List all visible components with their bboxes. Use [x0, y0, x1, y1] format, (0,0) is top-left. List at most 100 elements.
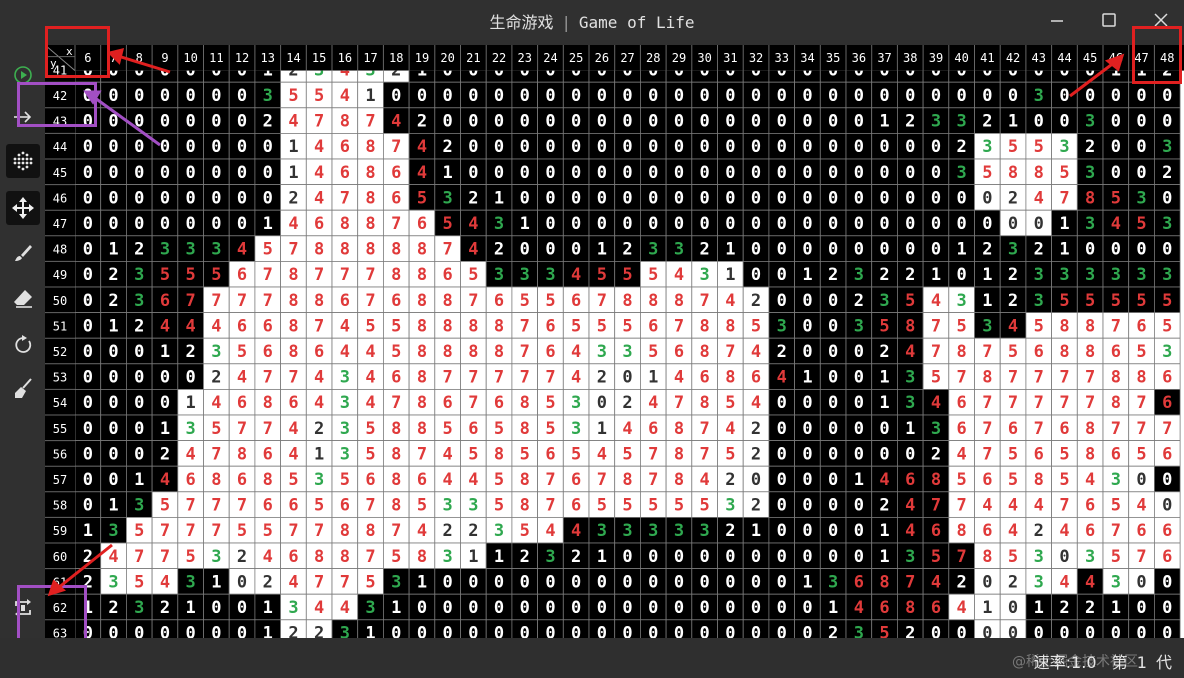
neighbor-count: 0: [83, 86, 93, 106]
neighbor-count: 4: [365, 342, 375, 362]
play-button[interactable]: [6, 58, 40, 92]
neighbor-count: 0: [802, 291, 812, 311]
neighbor-count: 0: [622, 624, 632, 638]
neighbor-count: 6: [1136, 521, 1146, 541]
clear-button[interactable]: [6, 371, 40, 405]
grid-toggle-button[interactable]: [6, 144, 40, 178]
neighbor-count: 0: [828, 521, 838, 541]
neighbor-count: 7: [982, 419, 992, 439]
neighbor-count: 0: [648, 624, 658, 638]
neighbor-count: 7: [1059, 188, 1069, 208]
reset-button[interactable]: [6, 328, 40, 362]
neighbor-count: 4: [751, 393, 761, 413]
neighbor-count: 5: [417, 496, 427, 516]
move-button[interactable]: [6, 191, 40, 225]
neighbor-count: 6: [700, 368, 710, 388]
life-grid[interactable]: x y 6 7 8 9 10 11 12 13 14 15 16 17 18 19 20 21 22 23 24 25 26…: [45, 45, 1184, 638]
neighbor-count: 0: [802, 624, 812, 638]
minimize-button[interactable]: [1042, 6, 1072, 34]
neighbor-count: 0: [905, 444, 915, 464]
neighbor-count: 0: [1162, 598, 1172, 618]
row-label: 61: [53, 575, 67, 589]
neighbor-count: 8: [1059, 316, 1069, 336]
brush-button[interactable]: [6, 236, 40, 270]
neighbor-count: 4: [648, 393, 658, 413]
neighbor-count: 4: [340, 316, 350, 336]
neighbor-count: 5: [314, 496, 324, 516]
neighbor-count: 1: [263, 624, 273, 638]
neighbor-count: 3: [931, 112, 941, 132]
neighbor-count: 0: [1162, 624, 1172, 638]
neighbor-count: 5: [648, 342, 658, 362]
corner-x-label: x: [66, 45, 73, 58]
neighbor-count: 2: [879, 265, 889, 285]
eraser-button[interactable]: [6, 281, 40, 315]
life-grid-canvas[interactable]: xy 6 7 8 9 10 11 12 13 14 15 16 17 18 19 20 21 22 23 24 25 26…: [45, 45, 1184, 638]
neighbor-count: 4: [288, 112, 298, 132]
neighbor-count: 0: [134, 112, 144, 132]
neighbor-count: 0: [1059, 624, 1069, 638]
maximize-button[interactable]: [1094, 6, 1124, 34]
neighbor-count: 4: [725, 291, 735, 311]
neighbor-count: 7: [700, 419, 710, 439]
neighbor-count: 4: [1034, 496, 1044, 516]
neighbor-count: 3: [1162, 137, 1172, 157]
neighbor-count: 1: [186, 598, 196, 618]
neighbor-count: 7: [237, 419, 247, 439]
neighbor-count: 0: [237, 572, 247, 592]
row-label: 57: [53, 473, 67, 487]
neighbor-count: 6: [443, 393, 453, 413]
neighbor-count: 4: [314, 368, 324, 388]
neighbor-count: 0: [725, 572, 735, 592]
neighbor-count: 1: [211, 572, 221, 592]
cells[interactable]: 0000000123432100000000000000000000000000…: [75, 57, 1181, 638]
neighbor-count: 7: [211, 291, 221, 311]
neighbor-count: 0: [160, 112, 170, 132]
neighbor-count: 8: [340, 240, 350, 260]
neighbor-count: 6: [1111, 342, 1121, 362]
loop-button[interactable]: [6, 591, 40, 625]
neighbor-count: 0: [1162, 86, 1172, 106]
neighbor-count: 0: [931, 624, 941, 638]
neighbor-count: 6: [674, 342, 684, 362]
neighbor-count: 0: [597, 393, 607, 413]
neighbor-count: 5: [1085, 291, 1095, 311]
neighbor-count: 1: [982, 291, 992, 311]
neighbor-count: 2: [134, 240, 144, 260]
column-label: 41: [980, 51, 994, 65]
neighbor-count: 7: [700, 444, 710, 464]
neighbor-count: 5: [905, 291, 915, 311]
neighbor-count: 5: [468, 444, 478, 464]
neighbor-count: 7: [314, 521, 324, 541]
neighbor-count: 0: [905, 137, 915, 157]
neighbor-count: 7: [494, 368, 504, 388]
neighbor-count: 0: [777, 547, 787, 567]
neighbor-count: 3: [674, 521, 684, 541]
neighbor-count: 0: [828, 496, 838, 516]
neighbor-count: 7: [186, 521, 196, 541]
neighbor-count: 0: [674, 112, 684, 132]
neighbor-count: 8: [1085, 444, 1095, 464]
neighbor-count: 0: [725, 214, 735, 234]
neighbor-count: 2: [211, 368, 221, 388]
neighbor-count: 0: [879, 163, 889, 183]
neighbor-count: 0: [982, 188, 992, 208]
neighbor-count: 0: [108, 368, 118, 388]
neighbor-count: 0: [134, 444, 144, 464]
neighbor-count: 1: [648, 368, 658, 388]
neighbor-count: 0: [160, 368, 170, 388]
neighbor-count: 1: [288, 163, 298, 183]
neighbor-count: 7: [365, 291, 375, 311]
neighbor-count: 8: [1111, 368, 1121, 388]
neighbor-count: 0: [520, 86, 530, 106]
neighbor-count: 0: [700, 112, 710, 132]
step-button[interactable]: [6, 100, 40, 134]
neighbor-count: 0: [725, 86, 735, 106]
generation-suffix: 代: [1155, 653, 1172, 672]
neighbor-count: 6: [263, 496, 273, 516]
close-button[interactable]: [1146, 6, 1176, 34]
neighbor-count: 6: [545, 444, 555, 464]
neighbor-count: 0: [134, 393, 144, 413]
neighbor-count: 5: [879, 316, 889, 336]
neighbor-count: 4: [597, 444, 607, 464]
